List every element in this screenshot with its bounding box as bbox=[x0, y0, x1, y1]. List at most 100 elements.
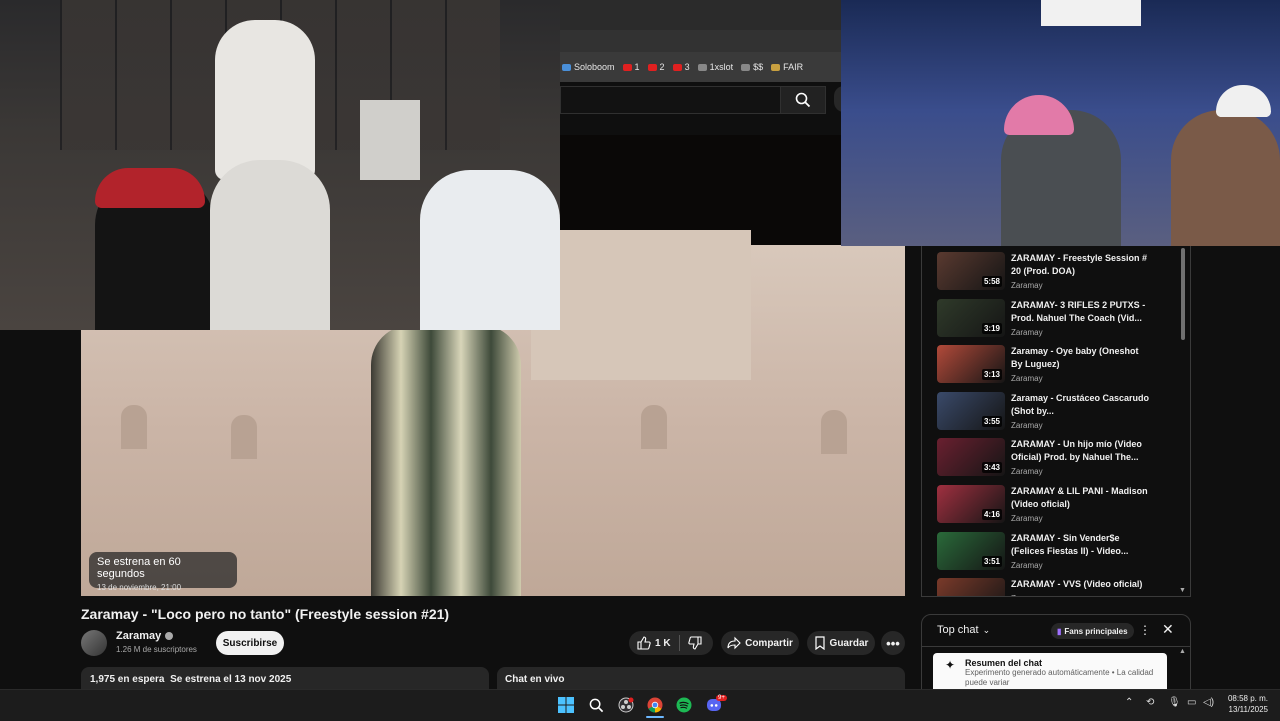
recommended-video-channel[interactable]: Zaramay bbox=[1011, 467, 1151, 476]
video-thumbnail[interactable]: 3:55 bbox=[937, 391, 1005, 430]
search-button[interactable] bbox=[780, 86, 826, 114]
video-duration: 4:16 bbox=[981, 509, 1002, 520]
recommended-video-info: ZARAMAY - Freestyle Session # 20 (Prod. … bbox=[1011, 252, 1151, 296]
more-actions-button[interactable]: ••• bbox=[881, 631, 905, 655]
recommended-video-channel[interactable]: Zaramay bbox=[1011, 328, 1151, 337]
video-thumbnail[interactable]: 3:19 bbox=[937, 298, 1005, 337]
bookmarks-bar: Soloboom 1 2 3 1xslot $$ FAIR bbox=[560, 52, 844, 82]
waiting-count: 1,975 en espera bbox=[90, 674, 165, 685]
recommended-video-channel[interactable]: Zaramay bbox=[1011, 594, 1151, 596]
bookmark-item[interactable]: Soloboom bbox=[562, 62, 615, 72]
chat-menu-icon[interactable]: ⋮ bbox=[1139, 623, 1151, 637]
search-input[interactable] bbox=[560, 86, 781, 114]
premiere-date: 13 de noviembre, 21:00 bbox=[97, 583, 182, 592]
video-duration: 3:51 bbox=[981, 555, 1002, 567]
live-chat-panel-header[interactable]: Chat en vivo bbox=[497, 667, 905, 689]
sidebar-scrollbar[interactable] bbox=[1181, 248, 1185, 340]
video-duration: 3:55 bbox=[981, 415, 1002, 427]
chevron-up-icon[interactable]: ⌃ bbox=[1125, 697, 1133, 708]
fans-principales-badge[interactable]: ▮ Fans principales bbox=[1051, 623, 1134, 639]
chrome-icon[interactable] bbox=[646, 696, 664, 714]
video-frame-window bbox=[641, 405, 667, 449]
spotify-icon[interactable] bbox=[675, 696, 693, 714]
recommended-video[interactable]: 3:51 ZARAMAY - Sin Vender$e (Felices Fies… bbox=[937, 531, 1177, 576]
volume-icon[interactable]: ◁) bbox=[1203, 697, 1214, 708]
dislike-button[interactable] bbox=[680, 631, 710, 655]
bookmark-item[interactable]: FAIR bbox=[771, 62, 803, 72]
bookmark-icon bbox=[562, 63, 571, 71]
recommended-video-info: ZARAMAY & LIL PANI - Madison (Video ofic… bbox=[1011, 485, 1151, 529]
recommended-video-title[interactable]: ZARAMAY - Sin Vender$e (Felices Fiestas … bbox=[1011, 532, 1151, 558]
video-thumbnail[interactable]: 3:13 bbox=[937, 345, 1005, 384]
channel-name[interactable]: Zaramay bbox=[116, 630, 161, 642]
bookmark-item[interactable]: 3 bbox=[672, 62, 690, 72]
subscribe-button[interactable]: Suscribirse bbox=[216, 631, 284, 655]
chat-mode-dropdown[interactable]: Top chat ⌄ bbox=[937, 624, 990, 636]
like-count: 1 K bbox=[655, 637, 671, 649]
premiere-countdown: Se estrena en 60 segundos bbox=[97, 556, 181, 580]
recommended-video-channel[interactable]: Zaramay bbox=[1011, 281, 1151, 290]
search-icon[interactable] bbox=[587, 696, 605, 714]
bookmark-label: 1 bbox=[634, 62, 640, 72]
scroll-down-icon[interactable]: ▼ bbox=[1179, 587, 1186, 594]
white-cap bbox=[1216, 85, 1271, 117]
video-thumbnail[interactable] bbox=[937, 578, 1005, 596]
recommended-video-channel[interactable]: Zaramay bbox=[1011, 374, 1151, 383]
microphone-icon[interactable]: 🎙 bbox=[1168, 697, 1181, 708]
recommended-video-info: ZARAMAY - VVS (Video oficial) Zaramay bbox=[1011, 578, 1151, 596]
bookmark-label: 3 bbox=[684, 62, 690, 72]
recommended-video[interactable]: 3:19 ZARAMAY- 3 RIFLES 2 PUTXS - Prod. Na… bbox=[937, 298, 1177, 343]
network-icon[interactable]: ▭ bbox=[1187, 697, 1196, 708]
thumbs-down-icon bbox=[687, 636, 702, 650]
video-thumbnail[interactable]: 3:43 bbox=[937, 438, 1005, 477]
close-icon[interactable]: ✕ bbox=[1162, 621, 1174, 638]
bookmark-item[interactable]: $$ bbox=[741, 62, 763, 72]
description-box[interactable]: 1,975 en espera Se estrena el 13 nov 202… bbox=[81, 667, 489, 689]
system-clock[interactable]: 08:58 p. m. 13/11/2025 bbox=[1222, 693, 1268, 715]
share-button[interactable]: Compartir bbox=[721, 631, 799, 655]
chat-summary-card[interactable]: ✦ Resumen del chat Experimento generado … bbox=[933, 653, 1167, 693]
recommended-video[interactable]: 4:16 ZARAMAY & LIL PANI - Madison (Video … bbox=[937, 485, 1177, 529]
recommended-video-title[interactable]: ZARAMAY - Un hijo mío (Video Oficial) Pr… bbox=[1011, 438, 1151, 464]
video-thumbnail[interactable]: 5:58 bbox=[937, 252, 1005, 290]
recommended-video-title[interactable]: Zaramay - Crustáceo Cascarudo (Shot by..… bbox=[1011, 392, 1151, 418]
bookmark-item[interactable]: 2 bbox=[647, 62, 665, 72]
webcam-overlay-right bbox=[841, 0, 1280, 246]
recommended-video-title[interactable]: ZARAMAY- 3 RIFLES 2 PUTXS - Prod. Nahuel… bbox=[1011, 299, 1151, 325]
chat-scroll-up-icon[interactable]: ▲ bbox=[1179, 648, 1186, 655]
chevron-down-icon: ⌄ bbox=[982, 624, 991, 635]
save-button[interactable]: Guardar bbox=[807, 631, 875, 655]
recommended-video[interactable]: ZARAMAY - VVS (Video oficial) Zaramay bbox=[937, 578, 1177, 596]
sync-icon[interactable]: ⟲ bbox=[1146, 697, 1154, 708]
recommended-video[interactable]: 3:55 Zaramay - Crustáceo Cascarudo (Shot … bbox=[937, 391, 1177, 436]
like-button[interactable]: 1 K bbox=[629, 631, 679, 655]
fair-icon bbox=[771, 63, 781, 71]
video-frame-window bbox=[121, 405, 147, 449]
recommended-video-title[interactable]: ZARAMAY - VVS (Video oficial) bbox=[1011, 578, 1151, 591]
sparkle-icon: ✦ bbox=[945, 658, 956, 672]
recommended-video-title[interactable]: Zaramay - Oye baby (Oneshot By Luguez) bbox=[1011, 345, 1151, 371]
recommended-video[interactable]: 3:13 Zaramay - Oye baby (Oneshot By Lugue… bbox=[937, 345, 1177, 389]
subscriber-count: 1.26 M de suscriptores bbox=[116, 645, 197, 654]
channel-avatar[interactable] bbox=[81, 630, 107, 656]
video-thumbnail[interactable]: 3:51 bbox=[937, 531, 1005, 570]
recommended-video-title[interactable]: ZARAMAY - Freestyle Session # 20 (Prod. … bbox=[1011, 252, 1151, 278]
recommended-video-channel[interactable]: Zaramay bbox=[1011, 561, 1151, 570]
bookmark-label: 1xslot bbox=[709, 62, 734, 72]
windows-start-icon[interactable] bbox=[557, 696, 575, 714]
video-thumbnail[interactable]: 4:16 bbox=[937, 485, 1005, 523]
kick-icon bbox=[697, 63, 707, 71]
bookmark-item[interactable]: 1xslot bbox=[697, 62, 734, 72]
channel-name-row[interactable]: Zaramay bbox=[116, 630, 174, 642]
recommended-video[interactable]: 3:43 ZARAMAY - Un hijo mío (Video Oficial… bbox=[937, 438, 1177, 482]
obs-icon[interactable] bbox=[617, 696, 635, 714]
bookmark-label: Soloboom bbox=[574, 62, 615, 72]
recommended-video-channel[interactable]: Zaramay bbox=[1011, 514, 1151, 523]
recommended-video-channel[interactable]: Zaramay bbox=[1011, 421, 1151, 430]
bookmark-item[interactable]: 1 bbox=[622, 62, 640, 72]
recommended-video[interactable]: 5:58 ZARAMAY - Freestyle Session # 20 (Pr… bbox=[937, 252, 1177, 296]
speaker bbox=[360, 100, 420, 180]
chat-summary-text: Experimento generado automáticamente • L… bbox=[965, 668, 1154, 687]
recommended-video-title[interactable]: ZARAMAY & LIL PANI - Madison (Video ofic… bbox=[1011, 485, 1151, 511]
chat-summary-title: Resumen del chat bbox=[965, 658, 1043, 668]
